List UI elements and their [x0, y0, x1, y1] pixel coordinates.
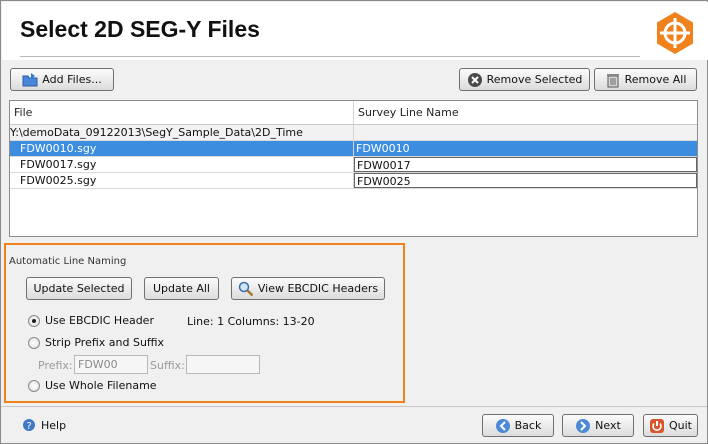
- view-ebcdic-label: View EBCDIC Headers: [257, 282, 379, 295]
- ebcdic-line-columns-info: Line: 1 Columns: 13-20: [187, 315, 315, 328]
- suffix-input[interactable]: [186, 355, 260, 374]
- strip-prefix-suffix-radio[interactable]: Strip Prefix and Suffix: [28, 336, 164, 349]
- strip-prefix-label: Strip Prefix and Suffix: [45, 336, 165, 349]
- file-table[interactable]: File Survey Line Name Y:\demoData_091220…: [9, 100, 698, 237]
- remove-selected-label: Remove Selected: [486, 73, 583, 86]
- back-button[interactable]: Back: [482, 414, 554, 437]
- remove-circle-icon: [467, 72, 483, 88]
- file-cell: FDW0017.sgy: [10, 157, 354, 172]
- header: Select 2D SEG-Y Files: [2, 2, 708, 60]
- power-icon: [649, 418, 665, 434]
- file-cell: FDW0025.sgy: [10, 173, 354, 188]
- app-logo-icon: [657, 12, 693, 54]
- folder-add-icon: [22, 72, 38, 88]
- use-filename-label: Use Whole Filename: [45, 379, 157, 392]
- table-header: File Survey Line Name: [10, 101, 697, 125]
- column-header-survey-line[interactable]: Survey Line Name: [354, 101, 697, 124]
- page-title: Select 2D SEG-Y Files: [20, 16, 260, 42]
- help-label: Help: [41, 418, 67, 432]
- line-name-cell[interactable]: FDW0025: [354, 173, 697, 188]
- add-files-label: Add Files...: [42, 73, 102, 86]
- remove-all-button[interactable]: Remove All: [594, 68, 697, 91]
- update-selected-label: Update Selected: [33, 282, 125, 295]
- trash-icon: [605, 72, 621, 88]
- update-selected-button[interactable]: Update Selected: [26, 277, 132, 300]
- quit-button[interactable]: Quit: [643, 414, 698, 437]
- prefix-label: Prefix:: [38, 359, 73, 372]
- radio-indicator: [28, 336, 40, 349]
- back-arrow-icon: [495, 418, 511, 434]
- radio-indicator: [28, 379, 40, 392]
- radio-selected-indicator: [28, 314, 40, 327]
- update-all-button[interactable]: Update All: [144, 277, 219, 300]
- remove-selected-button[interactable]: Remove Selected: [459, 68, 590, 91]
- prefix-input[interactable]: FDW00: [74, 355, 148, 374]
- add-files-button[interactable]: Add Files...: [10, 68, 114, 91]
- table-row[interactable]: FDW0025.sgy FDW0025: [10, 173, 697, 189]
- remove-all-label: Remove All: [624, 73, 687, 86]
- table-row[interactable]: FDW0010.sgy FDW0010: [10, 141, 697, 157]
- use-whole-filename-radio[interactable]: Use Whole Filename: [28, 379, 157, 392]
- quit-label: Quit: [669, 419, 692, 432]
- table-row[interactable]: FDW0017.sgy FDW0017: [10, 157, 697, 173]
- update-all-label: Update All: [153, 282, 210, 295]
- file-cell: FDW0010.sgy: [10, 141, 354, 156]
- group-label: Automatic Line Naming: [9, 256, 127, 267]
- line-name-cell[interactable]: FDW0017: [354, 157, 697, 172]
- svg-text:?: ?: [26, 421, 31, 432]
- title-divider: [20, 56, 640, 57]
- group-path: Y:\demoData_09122013\SegY_Sample_Data\2D…: [10, 125, 354, 140]
- use-ebcdic-label: Use EBCDIC Header: [45, 314, 154, 327]
- suffix-label: Suffix:: [150, 359, 185, 372]
- help-link[interactable]: ? Help: [22, 418, 66, 432]
- next-arrow-icon: [575, 418, 591, 434]
- column-header-file[interactable]: File: [10, 101, 354, 124]
- group-line-cell: [354, 125, 697, 140]
- back-label: Back: [514, 419, 542, 432]
- view-ebcdic-headers-button[interactable]: View EBCDIC Headers: [231, 277, 385, 300]
- next-button[interactable]: Next: [562, 414, 634, 437]
- help-icon: ?: [22, 418, 36, 432]
- magnifier-icon: [238, 281, 254, 297]
- footer-divider: [1, 406, 707, 407]
- line-name-cell[interactable]: FDW0010: [354, 141, 697, 156]
- table-group-row[interactable]: Y:\demoData_09122013\SegY_Sample_Data\2D…: [10, 125, 697, 141]
- use-ebcdic-radio[interactable]: Use EBCDIC Header: [28, 314, 154, 327]
- next-label: Next: [595, 419, 621, 432]
